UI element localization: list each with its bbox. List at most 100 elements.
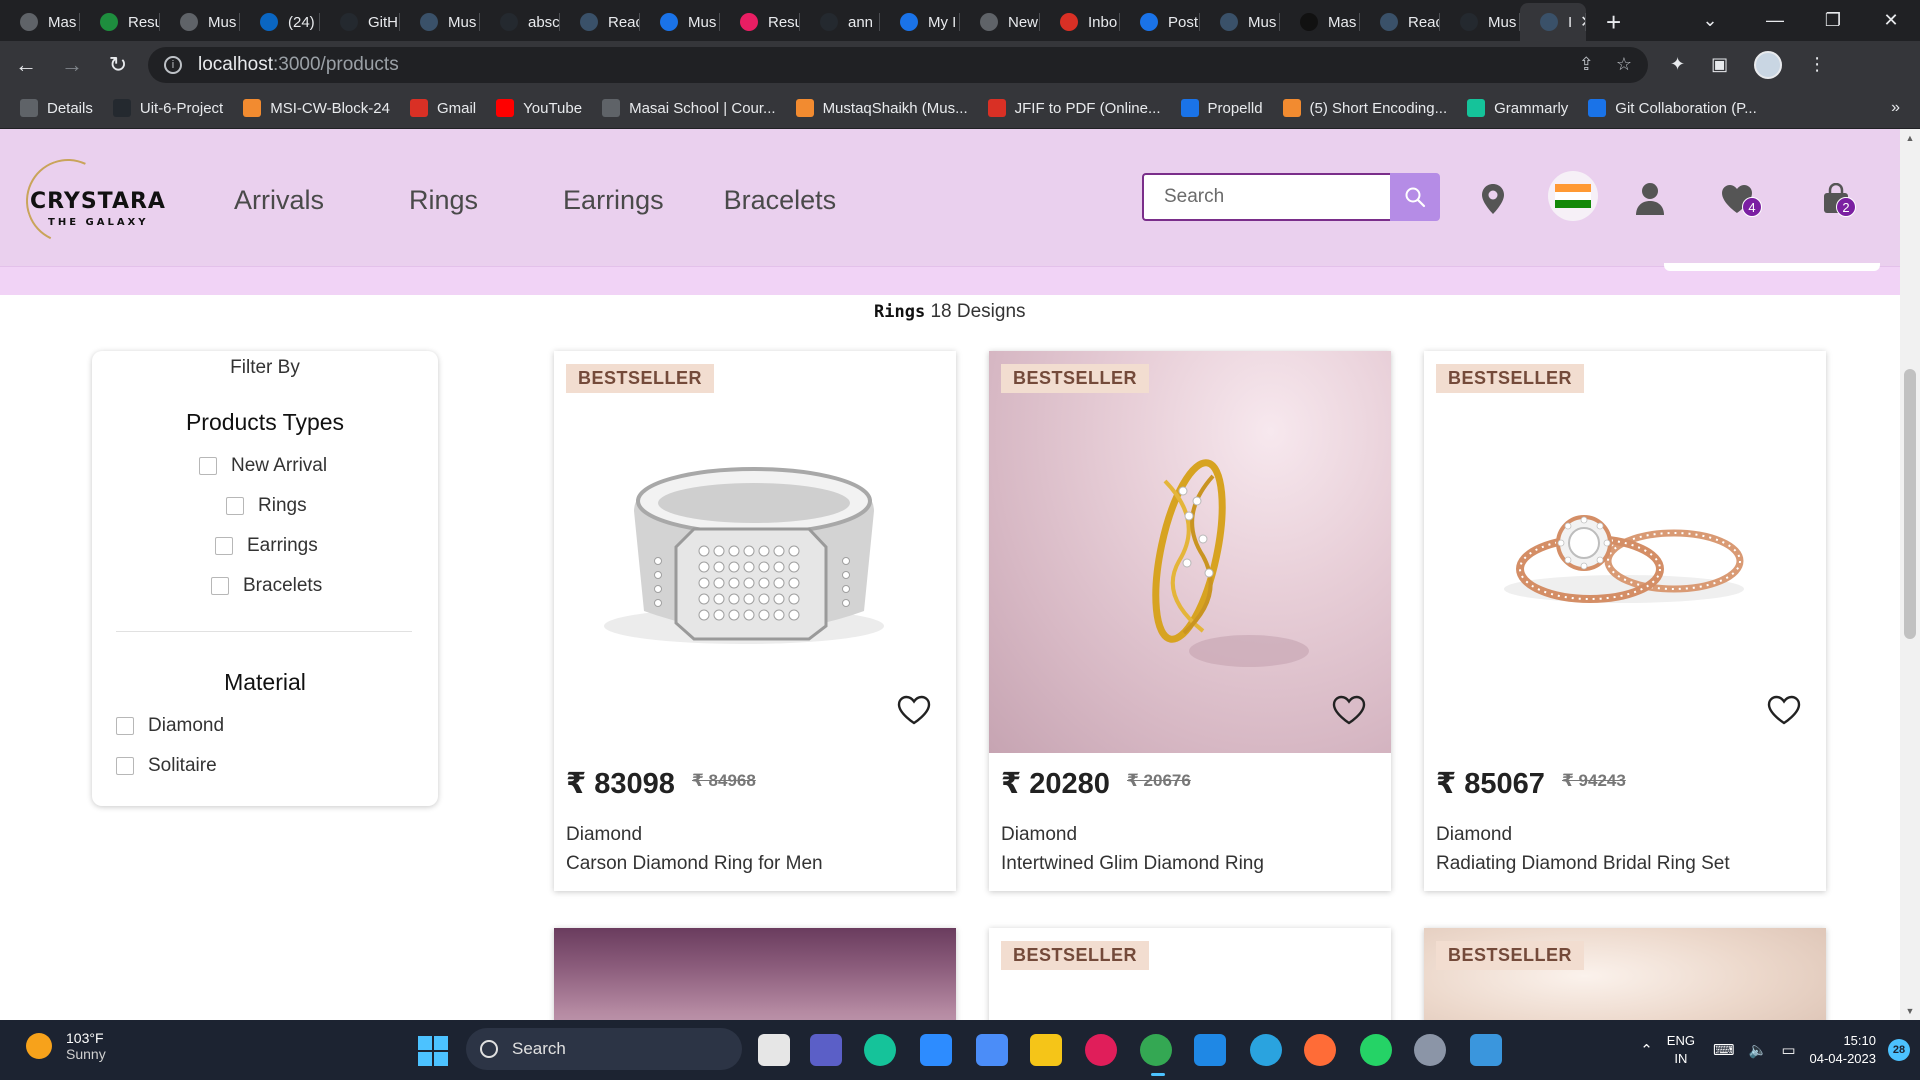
product-image[interactable]: [989, 351, 1391, 753]
product-card[interactable]: BESTSELLER ₹ 85067 ₹ 94243 Diamond Radia…: [1424, 351, 1826, 891]
slack-icon[interactable]: [1085, 1034, 1117, 1066]
heart-icon[interactable]: [1331, 694, 1367, 726]
filter-rings[interactable]: Rings: [226, 495, 307, 517]
scrollbar-thumb[interactable]: [1904, 369, 1916, 639]
heart-icon[interactable]: [896, 694, 932, 726]
nav-bracelets[interactable]: Bracelets: [724, 185, 837, 216]
bookmark-item[interactable]: JFIF to PDF (Online...: [987, 99, 1161, 117]
nav-arrivals[interactable]: Arrivals: [234, 185, 324, 216]
product-card[interactable]: BESTSELLER ₹ 20280 ₹ 20676 Diamond Inter…: [989, 351, 1391, 891]
taskbar-search[interactable]: Search: [466, 1028, 742, 1070]
india-flag-icon[interactable]: [1548, 171, 1598, 221]
network-icon[interactable]: ⌨: [1713, 1041, 1735, 1059]
notepad-icon[interactable]: [976, 1034, 1008, 1066]
extensions-icon[interactable]: ✦: [1670, 54, 1685, 75]
product-name[interactable]: Intertwined Glim Diamond Ring: [1001, 853, 1264, 875]
whatsapp-icon[interactable]: [1360, 1034, 1392, 1066]
show-hidden-icons[interactable]: ⌃: [1640, 1041, 1653, 1059]
browser-tab[interactable]: absc: [480, 3, 560, 41]
clock[interactable]: 15:10 04-04-2023: [1810, 1032, 1877, 1068]
url-bar[interactable]: i localhost:3000/products ⇪ ☆: [148, 46, 1648, 83]
browser-tab[interactable]: Mus: [640, 3, 720, 41]
weather-widget[interactable]: 103°F Sunny: [26, 1030, 106, 1062]
zoom-icon[interactable]: [920, 1034, 952, 1066]
checkbox[interactable]: [226, 497, 244, 515]
close-tab-icon[interactable]: ✕: [1580, 12, 1586, 32]
browser-tab[interactable]: New: [960, 3, 1040, 41]
reload-icon[interactable]: ↻: [98, 45, 138, 85]
bookmark-item[interactable]: Masai School | Cour...: [602, 99, 776, 117]
task-view-icon[interactable]: [758, 1034, 790, 1066]
bookmark-item[interactable]: MSI-CW-Block-24: [243, 99, 390, 117]
browser-tab[interactable]: My I: [880, 3, 960, 41]
browser-tab[interactable]: Mus: [1440, 3, 1520, 41]
new-tab-button[interactable]: +: [1606, 3, 1621, 41]
product-card[interactable]: BESTSELLER: [1424, 928, 1826, 1020]
chrome-menu-icon[interactable]: ⋮: [1808, 54, 1826, 75]
filter-new-arrival[interactable]: New Arrival: [199, 455, 327, 477]
location-icon[interactable]: [1480, 181, 1506, 217]
file-explorer-icon[interactable]: [1030, 1034, 1062, 1066]
browser-tab[interactable]: Mus: [1200, 3, 1280, 41]
bookmark-item[interactable]: Git Collaboration (P...: [1588, 99, 1757, 117]
tab-search-icon[interactable]: ⌄: [1690, 10, 1730, 31]
product-card[interactable]: [554, 928, 956, 1020]
search-button[interactable]: [1390, 173, 1440, 221]
crystara-logo[interactable]: CRYSTARA THE GALAXY: [14, 147, 186, 255]
bookmark-star-icon[interactable]: ☆: [1616, 54, 1632, 75]
telegram-icon[interactable]: [1250, 1034, 1282, 1066]
checkbox[interactable]: [215, 537, 233, 555]
bookmark-item[interactable]: Uit-6-Project: [112, 99, 223, 117]
browser-tab[interactable]: Post: [1120, 3, 1200, 41]
browser-tab[interactable]: (24): [240, 3, 320, 41]
side-panel-icon[interactable]: ▣: [1711, 54, 1728, 75]
back-icon[interactable]: ←: [6, 45, 46, 85]
close-window-icon[interactable]: ✕: [1862, 10, 1920, 31]
product-image[interactable]: [1424, 351, 1826, 753]
bookmark-item[interactable]: Details: [20, 99, 93, 117]
browser-tab[interactable]: Mas: [1280, 3, 1360, 41]
filter-diamond[interactable]: Diamond: [116, 715, 224, 737]
bookmark-item[interactable]: Grammarly: [1467, 99, 1568, 117]
product-name[interactable]: Radiating Diamond Bridal Ring Set: [1436, 853, 1730, 875]
bookmark-item[interactable]: YouTube: [496, 99, 582, 117]
share-icon[interactable]: ⇪: [1579, 54, 1594, 75]
product-search-input[interactable]: Search: [1142, 173, 1392, 221]
postman-icon[interactable]: [1304, 1034, 1336, 1066]
browser-tab[interactable]: Mus: [160, 3, 240, 41]
product-card[interactable]: BESTSELLER ₹ 83098 ₹ 84968 Diamond Carso…: [554, 351, 956, 891]
forward-icon[interactable]: →: [52, 45, 92, 85]
notification-badge[interactable]: 28: [1888, 1039, 1910, 1061]
filter-bracelets[interactable]: Bracelets: [211, 575, 322, 597]
nav-rings[interactable]: Rings: [409, 185, 478, 216]
checkbox[interactable]: [116, 757, 134, 775]
product-image[interactable]: [554, 351, 956, 753]
vscode-icon[interactable]: [1194, 1034, 1226, 1066]
wishlist-icon[interactable]: 4: [1720, 181, 1762, 217]
bookmark-item[interactable]: Gmail: [409, 99, 476, 117]
checkbox[interactable]: [199, 457, 217, 475]
cart-icon[interactable]: 2: [1822, 181, 1856, 217]
checkbox[interactable]: [211, 577, 229, 595]
site-info-icon[interactable]: i: [164, 55, 182, 74]
windows-start-icon[interactable]: [418, 1036, 448, 1066]
scroll-up-icon[interactable]: ▲: [1900, 133, 1920, 143]
battery-icon[interactable]: ▭: [1781, 1041, 1795, 1059]
nav-earrings[interactable]: Earrings: [563, 185, 664, 216]
photos-icon[interactable]: [1470, 1034, 1502, 1066]
profile-avatar[interactable]: [1754, 50, 1783, 79]
settings-icon[interactable]: [1414, 1034, 1446, 1066]
filter-earrings[interactable]: Earrings: [215, 535, 318, 557]
filter-solitaire[interactable]: Solitaire: [116, 755, 217, 777]
product-name[interactable]: Carson Diamond Ring for Men: [566, 853, 823, 875]
browser-tab[interactable]: Mus: [400, 3, 480, 41]
heart-icon[interactable]: [1766, 694, 1802, 726]
browser-tab[interactable]: Mas: [0, 3, 80, 41]
browser-tab[interactable]: ann: [800, 3, 880, 41]
language-indicator[interactable]: ENG IN: [1667, 1032, 1695, 1068]
bookmark-item[interactable]: Propelld: [1180, 99, 1263, 117]
browser-tab[interactable]: Reac: [1360, 3, 1440, 41]
teams-icon[interactable]: [810, 1034, 842, 1066]
browser-tab[interactable]: Resu: [80, 3, 160, 41]
checkbox[interactable]: [116, 717, 134, 735]
